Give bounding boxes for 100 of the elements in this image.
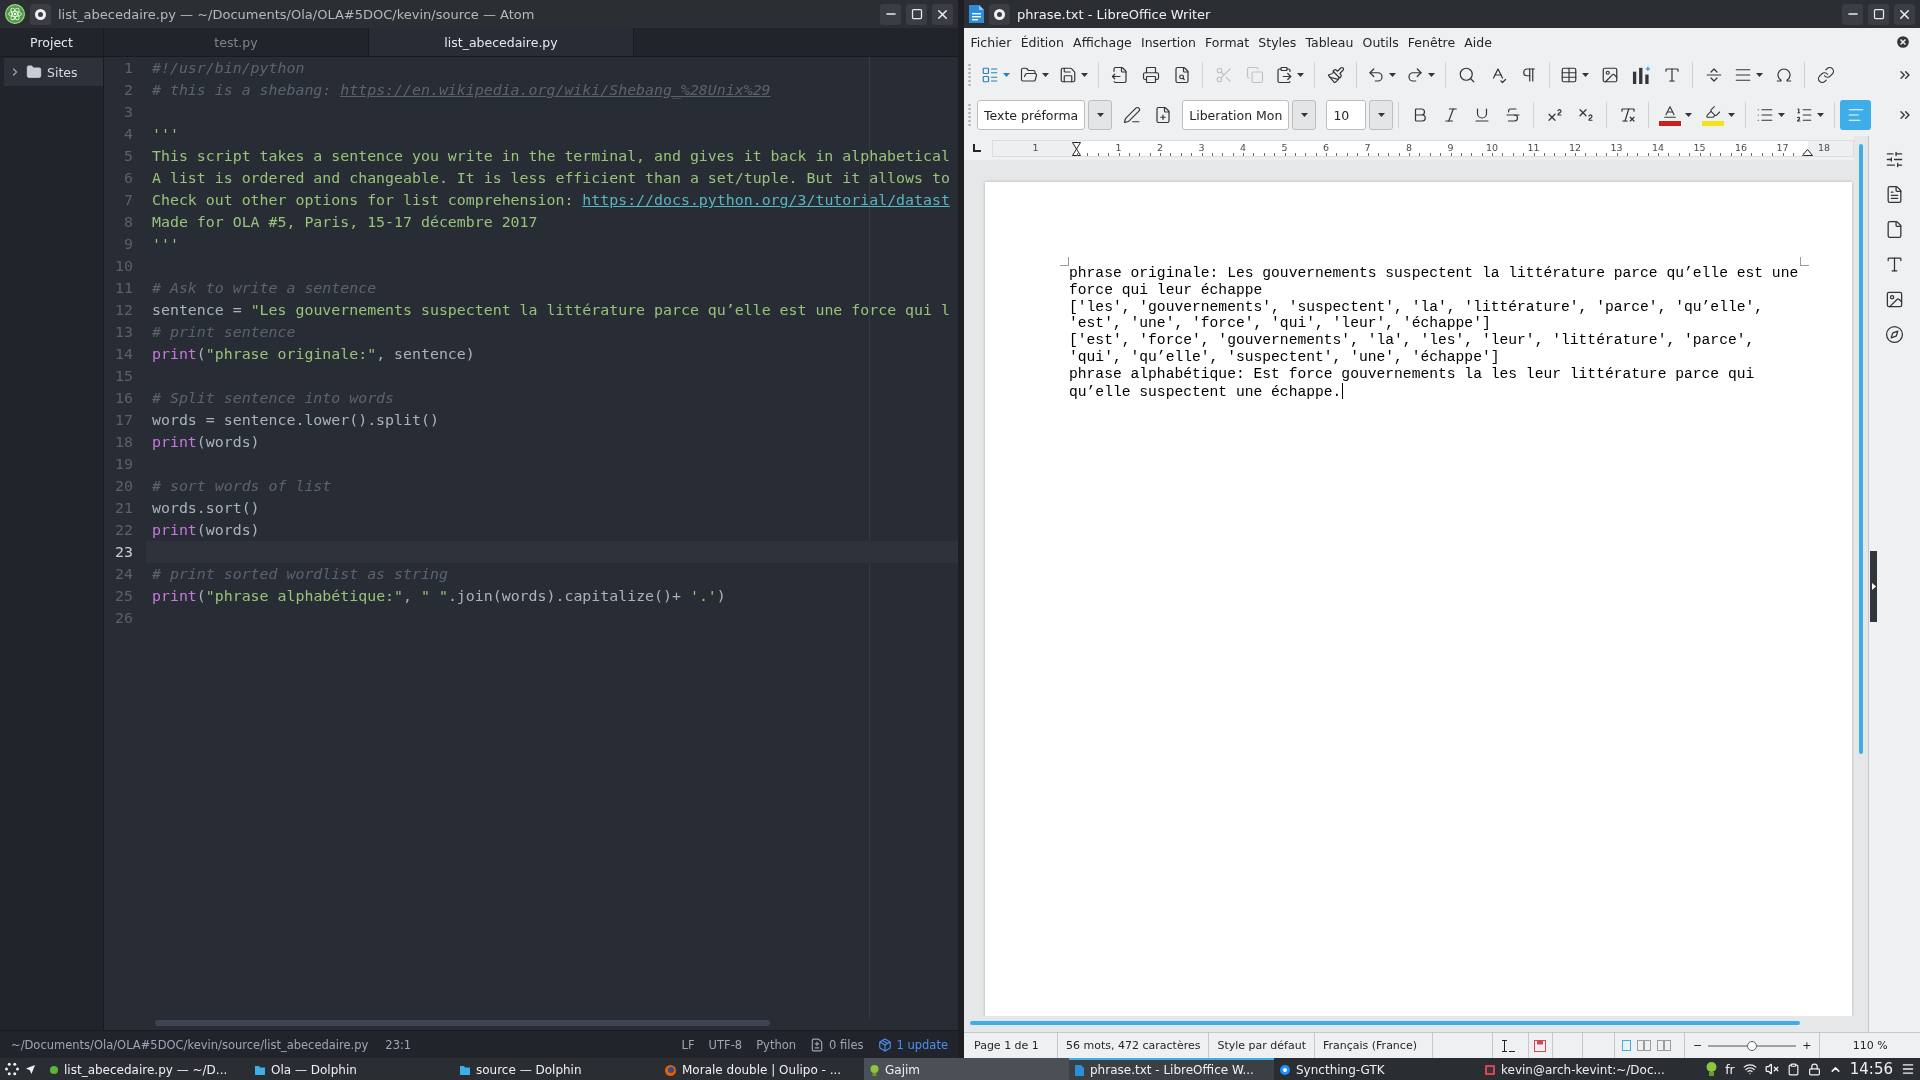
page-style[interactable]: Style par défaut — [1217, 1039, 1306, 1052]
keyboard-layout[interactable]: fr — [1725, 1061, 1735, 1077]
clear-formatting-icon — [1618, 106, 1637, 124]
taskbar-task[interactable]: list_abecedaire.py — ~/D... — [44, 1058, 249, 1080]
taskbar-task[interactable]: phrase.txt - LibreOffice W... — [1069, 1058, 1274, 1080]
window-title: list_abecedaire.py — ~/Documents/Ola/OLA#5DOC/kevin/source — Atom — [58, 6, 535, 22]
menu-item[interactable]: Insertion — [1136, 31, 1201, 53]
tab-stop-icon[interactable] — [973, 144, 981, 152]
pin-button[interactable] — [989, 3, 1010, 25]
vertical-scrollbar[interactable] — [1859, 144, 1863, 754]
menu-item[interactable]: Aide — [1459, 31, 1497, 53]
zoom-percentage[interactable]: 110 % — [1852, 1039, 1888, 1052]
application-menu-button[interactable] — [4, 1061, 20, 1077]
menu-item[interactable]: Fichier — [966, 31, 1017, 53]
browser-icon — [665, 1064, 676, 1076]
font-name-field[interactable]: Liberation Mon — [1182, 100, 1290, 130]
line-ending-selector[interactable]: LF — [681, 1037, 695, 1052]
compass-icon — [1885, 324, 1904, 344]
encoding-selector[interactable]: UTF-8 — [708, 1037, 743, 1052]
minimize-button[interactable] — [880, 3, 901, 25]
wifi-icon[interactable] — [1742, 1062, 1757, 1076]
code-line: print(words) — [152, 521, 260, 539]
redo-icon — [1406, 66, 1424, 84]
bulb-icon[interactable] — [1706, 1062, 1718, 1076]
search-icon — [1457, 66, 1476, 84]
close-button[interactable] — [1894, 3, 1915, 25]
document-paragraph: phrase alphabétique: Est force gouvernements la les leur littérature parce qui qu’elle suspectent une échappe. — [1069, 365, 1756, 400]
editor-tab[interactable]: list_abecedaire.py — [369, 28, 634, 56]
ruler-number: 8 — [1405, 142, 1412, 153]
ruler-number: 15 — [1693, 142, 1706, 153]
folder-icon — [255, 1065, 265, 1075]
taskbar-task[interactable]: source — Dolphin — [454, 1058, 659, 1080]
folder-icon — [26, 64, 42, 80]
ruler-number: 3 — [1198, 142, 1205, 153]
menu-item[interactable]: Affichage — [1068, 31, 1137, 53]
zoom-in-button[interactable]: + — [1802, 1039, 1812, 1052]
close-document-button[interactable] — [1895, 34, 1911, 50]
margin-corner-mark — [1800, 257, 1809, 266]
file-search-icon — [1172, 66, 1191, 84]
paragraph-style-field[interactable]: Texte préforma — [977, 100, 1086, 130]
margin-marker-icon[interactable] — [1802, 148, 1814, 156]
dropdown-button[interactable] — [1292, 100, 1317, 130]
text-cursor-icon[interactable] — [1500, 1039, 1515, 1052]
text-icon — [1662, 66, 1681, 84]
taskbar-task[interactable]: Syncthing-GTK — [1274, 1058, 1479, 1080]
menu-icon[interactable] — [1901, 1062, 1915, 1076]
maximize-button[interactable] — [906, 3, 927, 25]
horizontal-scrollbar[interactable] — [155, 1020, 770, 1026]
lines-icon — [1734, 66, 1752, 84]
code-link[interactable]: https://docs.python.org/3/tutorial/datast — [582, 191, 950, 209]
code-line: # Split sentence into words — [152, 389, 395, 407]
clipboard-icon[interactable] — [1786, 1062, 1800, 1076]
zoom-out-button[interactable]: − — [1692, 1039, 1703, 1052]
tree-item[interactable]: Sites — [4, 58, 103, 86]
grammar-selector[interactable]: Python — [756, 1037, 796, 1052]
ring-icon — [35, 8, 46, 20]
file-export-icon — [1110, 66, 1129, 84]
git-files-status[interactable]: 0 files — [810, 1037, 864, 1052]
language[interactable]: Français (France) — [1322, 1039, 1417, 1052]
indent-marker-icon[interactable] — [1072, 141, 1082, 156]
menu-item[interactable]: Outils — [1357, 31, 1404, 53]
zoom-slider[interactable] — [1708, 1039, 1797, 1052]
pin-button[interactable] — [30, 3, 51, 25]
maximize-icon — [910, 8, 923, 20]
close-button[interactable] — [932, 3, 953, 25]
updates-status[interactable]: 1 update — [877, 1037, 948, 1052]
taskbar-task[interactable]: Gajim — [864, 1058, 1069, 1080]
maximize-button[interactable] — [1868, 3, 1889, 25]
font-size-field[interactable]: 10 — [1326, 100, 1367, 130]
menu-item[interactable]: Édition — [1016, 31, 1069, 53]
menu-item[interactable]: Format — [1200, 31, 1254, 53]
speaker-muted-icon[interactable] — [1764, 1062, 1779, 1076]
menu-item[interactable]: Styles — [1253, 31, 1301, 53]
minimize-button[interactable] — [1842, 3, 1863, 25]
slider-thumb[interactable] — [1747, 1040, 1758, 1051]
image-icon — [1885, 289, 1904, 309]
code-line: ''' — [152, 125, 179, 143]
menu-item[interactable]: Tableau — [1300, 31, 1358, 53]
dropdown-button[interactable] — [1369, 100, 1394, 130]
table-icon — [1560, 66, 1578, 84]
code-line: # print sentence — [152, 323, 296, 341]
document-icon — [969, 5, 984, 23]
cursor-position[interactable]: 23:1 — [385, 1037, 412, 1052]
horizontal-scrollbar[interactable] — [970, 1021, 1800, 1025]
caret-icon — [1300, 113, 1308, 117]
taskbar-task[interactable]: Morale double | Oulipo - ... — [659, 1058, 864, 1080]
page-icon — [1885, 219, 1904, 239]
ring-icon — [1280, 1065, 1290, 1075]
text-page-icon — [1885, 184, 1904, 204]
taskbar-task[interactable]: kevin@arch-kevint:~/Doc... — [1479, 1058, 1684, 1080]
lock-icon[interactable] — [1807, 1062, 1821, 1076]
menu-item[interactable]: Fenêtre — [1403, 31, 1460, 53]
sliders-icon — [1885, 149, 1904, 169]
clipboard-icon — [1275, 66, 1293, 84]
taskbar-task[interactable]: Ola — Dolphin — [249, 1058, 454, 1080]
highlighter-icon — [1705, 104, 1722, 120]
clock[interactable]: 14:56 — [1849, 1060, 1893, 1078]
sidebar-collapse-button[interactable] — [1870, 551, 1877, 622]
dotted-circle-icon — [5, 1062, 19, 1076]
arrow-icon[interactable] — [26, 1064, 35, 1074]
